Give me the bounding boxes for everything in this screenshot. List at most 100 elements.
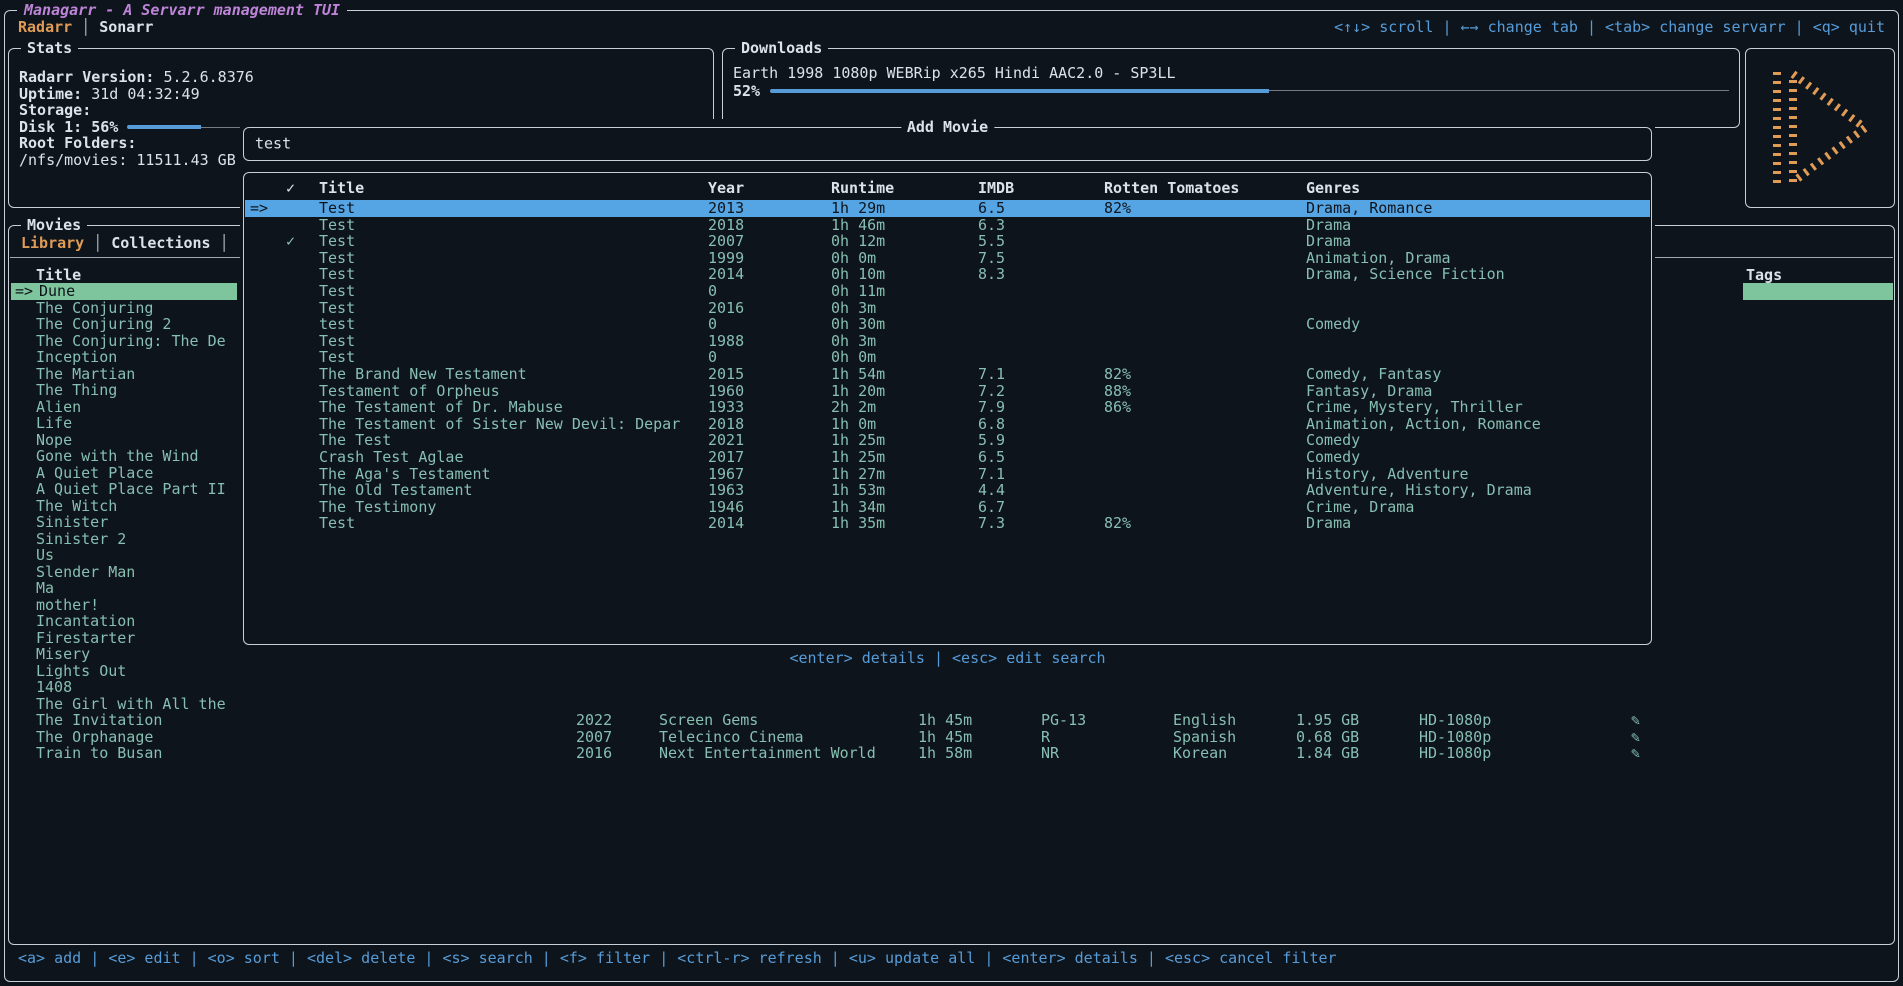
- result-runtime: 1h 35m: [831, 515, 978, 532]
- edit-pencil-icon: ✎: [1631, 729, 1640, 746]
- search-result-row[interactable]: Test19990h 0m7.5Animation, Drama: [245, 250, 1650, 267]
- add-movie-search-input[interactable]: test: [255, 136, 291, 153]
- search-result-row[interactable]: ✓Test20070h 12m5.5Drama: [245, 233, 1650, 250]
- result-imdb: 7.9: [978, 399, 1104, 416]
- movie-row[interactable]: The Orphanage2007Telecinco Cinema1h 45mR…: [9, 729, 1894, 746]
- result-year: 2007: [708, 233, 831, 250]
- keybinding-hint: <u> update all: [849, 949, 975, 967]
- root-folders-label: Root Folders:: [19, 134, 136, 152]
- movie-row[interactable]: The Invitation2022Screen Gems1h 45mPG-13…: [9, 712, 1894, 729]
- search-result-row[interactable]: Test00h 11m: [245, 283, 1650, 300]
- tab-radarr[interactable]: Radarr: [18, 18, 72, 36]
- search-result-row[interactable]: Testament of Orpheus19601h 20m7.288%Fant…: [245, 383, 1650, 400]
- root-folder-value: /nfs/movies: 11511.43 GB: [19, 151, 236, 169]
- in-library-check: [286, 349, 319, 366]
- movie-title: Sinister: [36, 514, 108, 531]
- add-movie-search-box[interactable]: Add Movie test: [243, 127, 1652, 161]
- movie-title: Dune: [39, 283, 75, 300]
- result-title: Test: [319, 233, 708, 250]
- result-genres: Comedy: [1306, 432, 1650, 449]
- search-result-row[interactable]: Test19880h 3m: [245, 333, 1650, 350]
- search-result-row[interactable]: The Testament of Sister New Devil: Depar…: [245, 416, 1650, 433]
- edit-pencil-icon: ✎: [1631, 745, 1640, 762]
- disk-gauge-fill: [127, 125, 201, 129]
- result-title: Testament of Orpheus: [319, 383, 708, 400]
- result-title: Test: [319, 250, 708, 267]
- result-runtime: 0h 0m: [831, 250, 978, 267]
- search-result-row[interactable]: The Testimony19461h 34m6.7Crime, Drama: [245, 499, 1650, 516]
- search-result-row[interactable]: test00h 30mComedy: [245, 316, 1650, 333]
- result-rotten-tomatoes: [1104, 466, 1306, 483]
- in-library-check: [286, 266, 319, 283]
- tab-collections[interactable]: Collections: [111, 234, 210, 252]
- movie-quality: HD-1080p: [1419, 712, 1491, 729]
- selected-movie-tags-highlight: [1743, 283, 1893, 300]
- movie-title: Sinister 2: [36, 531, 126, 548]
- help-separator: |: [650, 949, 677, 967]
- in-library-check: ✓: [286, 233, 319, 250]
- result-imdb: 7.2: [978, 383, 1104, 400]
- result-title: Test: [319, 266, 708, 283]
- movie-studio: Screen Gems: [659, 712, 758, 729]
- result-year: 2013: [708, 200, 831, 217]
- search-result-row[interactable]: The Testament of Dr. Mabuse19332h 2m7.98…: [245, 399, 1650, 416]
- in-library-check: [286, 366, 319, 383]
- result-runtime: 1h 34m: [831, 499, 978, 516]
- keybinding-hint: <a> add: [18, 949, 81, 967]
- keybinding-hint: <esc> cancel filter: [1165, 949, 1337, 967]
- search-result-row[interactable]: The Old Testament19631h 53m4.4Adventure,…: [245, 482, 1650, 499]
- download-progress-row: 52%: [733, 83, 1729, 100]
- add-movie-popup: Add Movie test ✓TitleYearRuntimeIMDBRott…: [240, 119, 1655, 710]
- version-label: Radarr Version:: [19, 68, 154, 86]
- column-header: ✓: [286, 180, 319, 197]
- result-title: The Aga's Testament: [319, 466, 708, 483]
- stats-storage-line: Storage:: [19, 102, 713, 119]
- help-separator: |: [925, 649, 952, 667]
- keybinding-hint: <enter> details: [789, 649, 924, 667]
- help-separator: |: [81, 949, 108, 967]
- search-result-row[interactable]: The Brand New Testament20151h 54m7.182%C…: [245, 366, 1650, 383]
- movie-language: Spanish: [1173, 729, 1236, 746]
- search-result-row[interactable]: The Test20211h 25m5.9Comedy: [245, 432, 1650, 449]
- result-title: The Testimony: [319, 499, 708, 516]
- result-imdb: 6.5: [978, 200, 1104, 217]
- movie-size: 1.95 GB: [1296, 712, 1359, 729]
- download-percent: 52%: [733, 83, 760, 100]
- keybinding-hint: <o> sort: [208, 949, 280, 967]
- movie-title: Firestarter: [36, 630, 135, 647]
- search-result-row[interactable]: Test00h 0m: [245, 349, 1650, 366]
- tab-sonarr[interactable]: Sonarr: [99, 18, 153, 36]
- movie-title: Train to Busan: [36, 745, 162, 762]
- help-separator: |: [1433, 18, 1460, 36]
- uptime-label: Uptime:: [19, 85, 82, 103]
- movie-title: Ma: [36, 580, 54, 597]
- result-imdb: [978, 316, 1104, 333]
- search-result-row[interactable]: Test20181h 46m6.3Drama: [245, 217, 1650, 234]
- stats-uptime-line: Uptime: 31d 04:32:49: [19, 86, 713, 103]
- help-separator: |: [415, 949, 442, 967]
- stats-panel-title: Stats: [21, 40, 78, 57]
- result-rotten-tomatoes: [1104, 316, 1306, 333]
- tab-library[interactable]: Library: [21, 234, 84, 252]
- movie-row[interactable]: Train to Busan2016Next Entertainment Wor…: [9, 745, 1894, 762]
- movie-title: Inception: [36, 349, 117, 366]
- download-item-title[interactable]: Earth 1998 1080p WEBRip x265 Hindi AAC2.…: [733, 65, 1729, 82]
- add-movie-table-body: =>Test20131h 29m6.582%Drama, RomanceTest…: [245, 200, 1650, 532]
- search-result-row[interactable]: Test20160h 3m: [245, 300, 1650, 317]
- keybinding-hint: <e> edit: [108, 949, 180, 967]
- search-result-row[interactable]: Test20141h 35m7.382%Drama: [245, 515, 1650, 532]
- downloads-panel-title: Downloads: [735, 40, 828, 57]
- result-genres: [1306, 283, 1650, 300]
- keybinding-hint: <tab> change servarr: [1605, 18, 1786, 36]
- search-result-row[interactable]: =>Test20131h 29m6.582%Drama, Romance: [245, 200, 1650, 217]
- result-rotten-tomatoes: [1104, 283, 1306, 300]
- servarr-tabs: Radarr│Sonarr: [18, 19, 153, 36]
- search-result-row[interactable]: Test20140h 10m8.3Drama, Science Fiction: [245, 266, 1650, 283]
- movie-language: Korean: [1173, 745, 1227, 762]
- result-imdb: [978, 283, 1104, 300]
- result-genres: Animation, Drama: [1306, 250, 1650, 267]
- search-result-row[interactable]: The Aga's Testament19671h 27m7.1History,…: [245, 466, 1650, 483]
- result-runtime: 1h 20m: [831, 383, 978, 400]
- search-result-row[interactable]: Crash Test Aglae20171h 25m6.5Comedy: [245, 449, 1650, 466]
- movie-year: 2016: [576, 745, 612, 762]
